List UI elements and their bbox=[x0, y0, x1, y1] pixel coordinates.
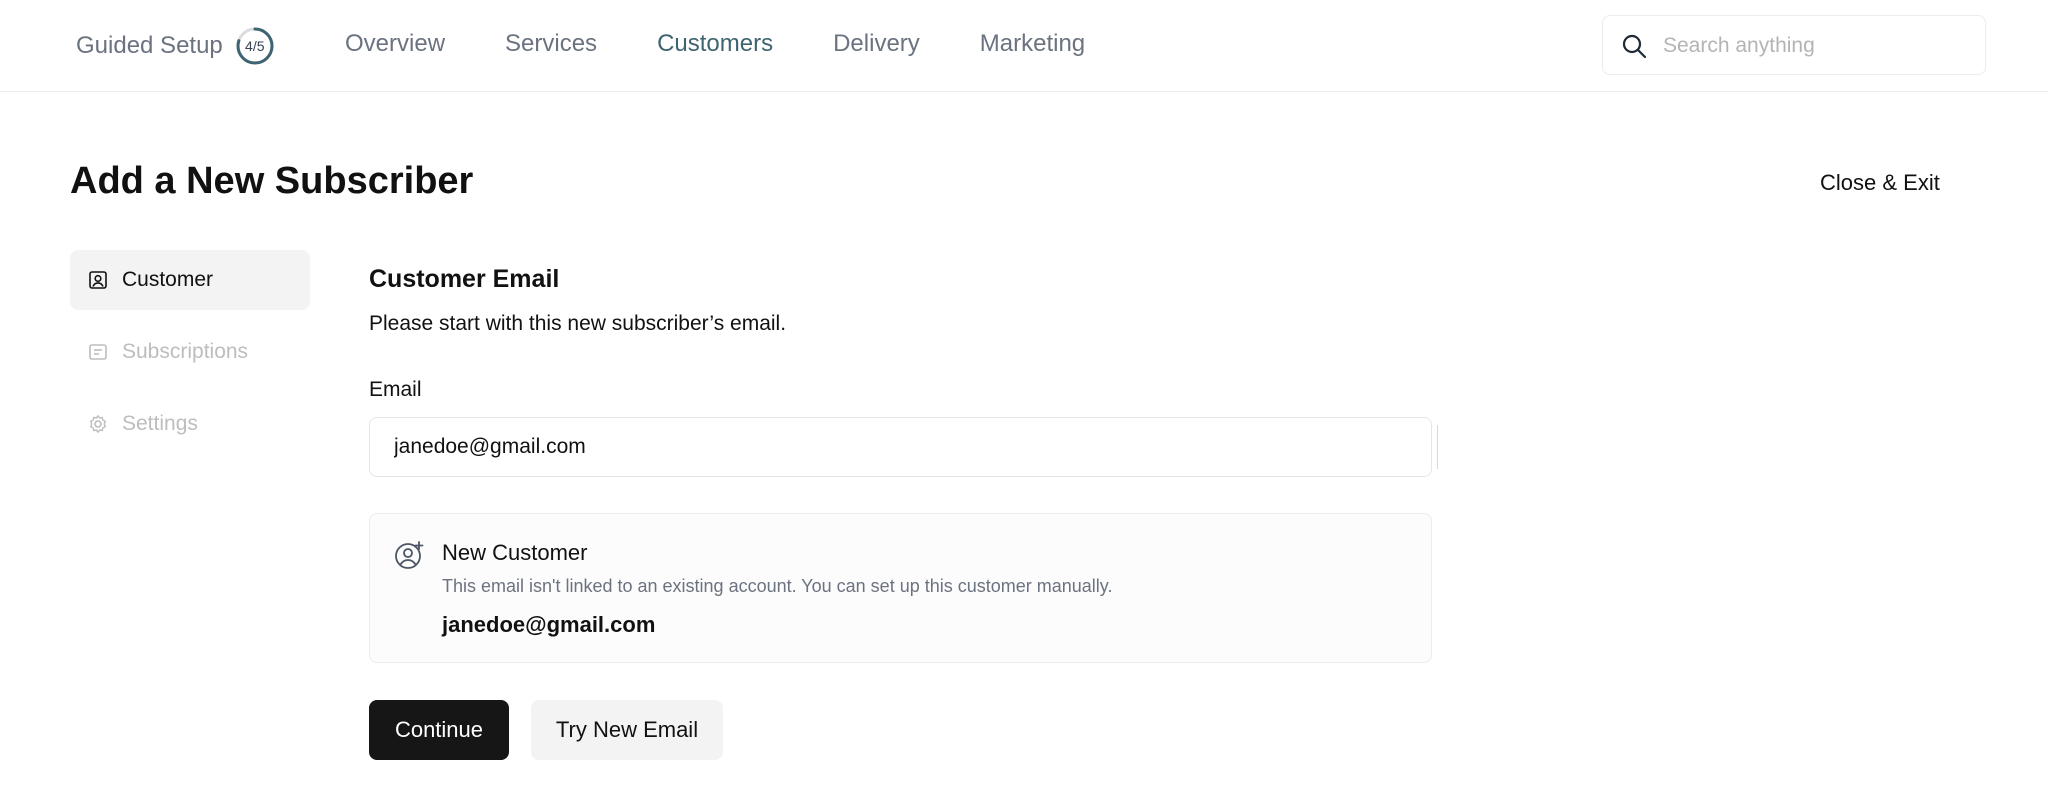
guided-setup-label: Guided Setup bbox=[76, 32, 223, 59]
new-customer-card: New Customer This email isn't linked to … bbox=[369, 513, 1432, 663]
continue-button[interactable]: Continue bbox=[369, 700, 509, 760]
section-description: Please start with this new subscriber’s … bbox=[369, 312, 787, 335]
email-field[interactable] bbox=[369, 417, 1432, 477]
try-new-email-button[interactable]: Try New Email bbox=[531, 700, 723, 760]
card-email: janedoe@gmail.com bbox=[442, 612, 656, 637]
input-divider bbox=[1437, 425, 1438, 469]
step-label-subscriptions: Subscriptions bbox=[122, 340, 249, 363]
step-label-customer: Customer bbox=[122, 268, 214, 291]
step-customer[interactable]: Customer bbox=[70, 250, 310, 310]
user-plus-icon bbox=[395, 541, 424, 569]
nav-item-services[interactable]: Services bbox=[505, 30, 597, 58]
steps-sidebar: Customer Subscriptions Settings bbox=[70, 250, 310, 466]
setup-progress-ring: 4/5 bbox=[235, 26, 275, 66]
nav-item-customers[interactable]: Customers bbox=[657, 30, 773, 58]
step-subscriptions[interactable]: Subscriptions bbox=[70, 322, 310, 382]
step-settings[interactable]: Settings bbox=[70, 394, 310, 454]
close-exit-button[interactable]: Close & Exit bbox=[1820, 170, 1940, 196]
setup-progress-text: 4/5 bbox=[245, 38, 265, 54]
card-description: This email isn't linked to an existing a… bbox=[442, 576, 1113, 596]
search-icon bbox=[1622, 34, 1647, 59]
main-nav: Overview Services Customers Delivery Mar… bbox=[345, 30, 1085, 58]
top-navigation-bar: Guided Setup 4/5 Overview Services Custo… bbox=[0, 0, 2048, 92]
page-title: Add a New Subscriber bbox=[70, 160, 474, 202]
user-square-icon bbox=[89, 271, 107, 289]
nav-item-overview[interactable]: Overview bbox=[345, 30, 445, 58]
nav-item-marketing[interactable]: Marketing bbox=[980, 30, 1085, 58]
email-label: Email bbox=[369, 378, 422, 401]
section-title: Customer Email bbox=[369, 265, 560, 293]
guided-setup-button[interactable]: Guided Setup 4/5 bbox=[76, 26, 275, 66]
list-card-icon bbox=[89, 344, 107, 360]
step-label-settings: Settings bbox=[122, 412, 198, 435]
nav-item-delivery[interactable]: Delivery bbox=[833, 30, 920, 58]
search-input[interactable] bbox=[1663, 26, 1973, 66]
search-box bbox=[1602, 15, 1986, 75]
card-title: New Customer bbox=[442, 540, 588, 565]
gear-icon bbox=[90, 415, 106, 433]
